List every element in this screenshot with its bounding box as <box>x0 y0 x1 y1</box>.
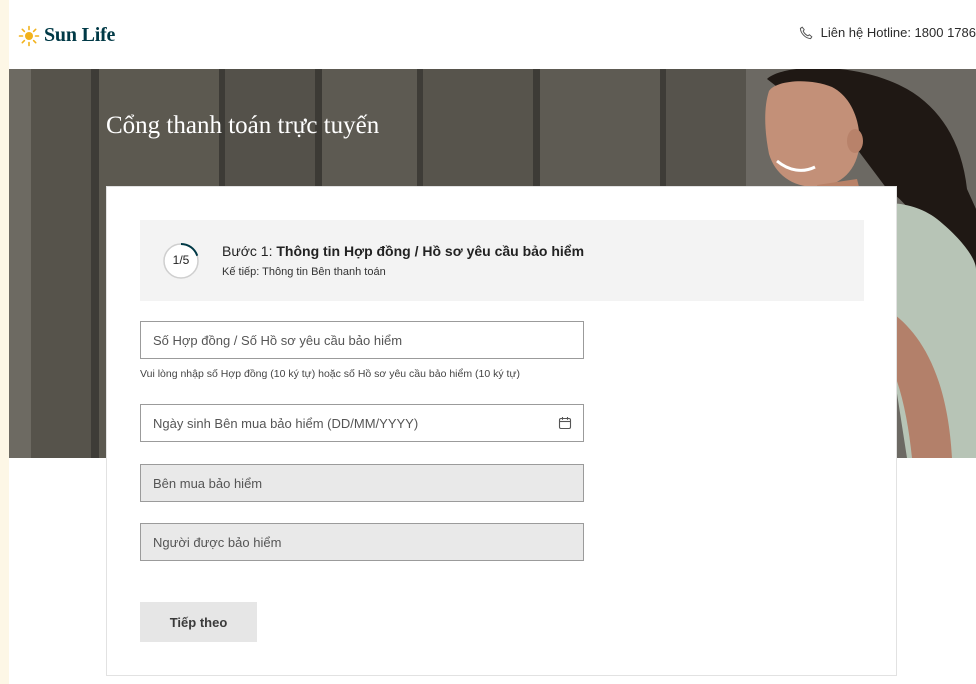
next-button[interactable]: Tiếp theo <box>140 602 257 642</box>
insured-person-field: Người được bảo hiểm <box>140 523 584 561</box>
hotline-link[interactable]: Liên hệ Hotline: 1800 1786 <box>799 25 976 40</box>
page: Sun Life Liên hệ Hotline: 1800 1786 Cổng… <box>9 0 976 684</box>
dob-input[interactable]: Ngày sinh Bên mua bảo hiểm (DD/MM/YYYY) <box>140 404 584 442</box>
policyholder-field: Bên mua bảo hiểm <box>140 464 584 502</box>
phone-icon <box>799 26 813 39</box>
step-title: Bước 1: Thông tin Hợp đồng / Hồ sơ yêu c… <box>222 243 584 259</box>
sun-logo-icon <box>18 25 40 46</box>
calendar-icon[interactable] <box>558 416 572 430</box>
dob-placeholder: Ngày sinh Bên mua bảo hiểm (DD/MM/YYYY) <box>153 415 419 431</box>
step-next-label: Kế tiếp: Thông tin Bên thanh toán <box>222 266 386 278</box>
policy-number-hint: Vui lòng nhập số Hợp đồng (10 ký tự) hoặ… <box>140 368 520 380</box>
step-indicator: 1/5 Bước 1: Thông tin Hợp đồng / Hồ sơ y… <box>140 220 864 301</box>
insured-placeholder: Người được bảo hiểm <box>153 534 282 550</box>
policy-number-placeholder: Số Hợp đồng / Số Hồ sơ yêu cầu bảo hiểm <box>153 332 403 348</box>
step-prefix: Bước 1: <box>222 243 277 259</box>
hotline-text: Liên hệ Hotline: 1800 1786 <box>820 25 976 40</box>
site-header: Sun Life Liên hệ Hotline: 1800 1786 <box>9 0 976 69</box>
payment-form-card: 1/5 Bước 1: Thông tin Hợp đồng / Hồ sơ y… <box>106 186 897 676</box>
page-title: Cổng thanh toán trực tuyến <box>106 112 380 139</box>
logo[interactable]: Sun Life <box>18 24 115 47</box>
step-name: Thông tin Hợp đồng / Hồ sơ yêu cầu bảo h… <box>276 243 585 259</box>
policy-number-input[interactable]: Số Hợp đồng / Số Hồ sơ yêu cầu bảo hiểm <box>140 321 584 359</box>
logo-text: Sun Life <box>44 24 116 46</box>
policyholder-placeholder: Bên mua bảo hiểm <box>153 475 263 491</box>
step-count: 1/5 <box>172 253 190 267</box>
